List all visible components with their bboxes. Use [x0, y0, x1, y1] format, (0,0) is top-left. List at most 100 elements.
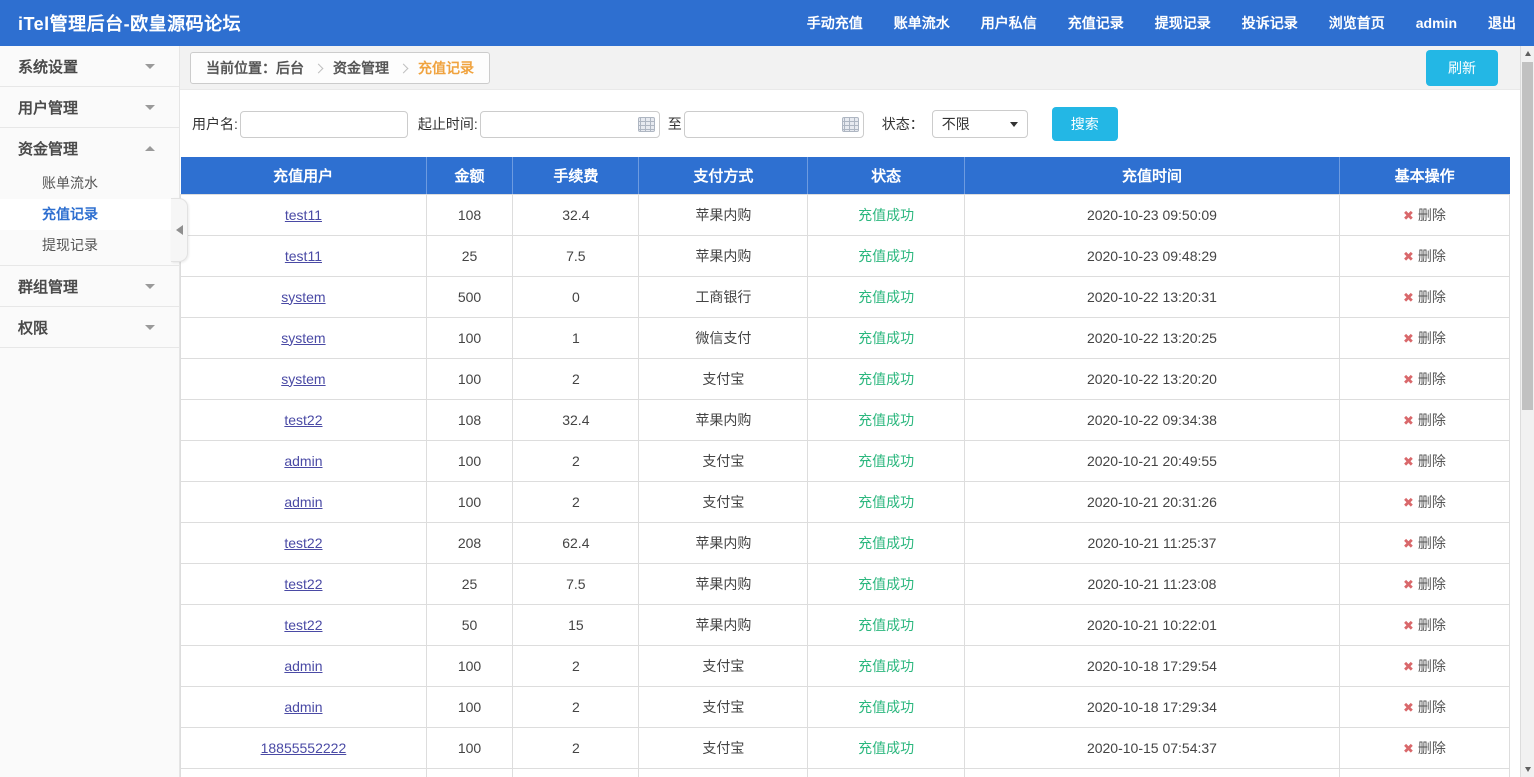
sidebar-subitem-withdraw-records[interactable]: 提现记录	[0, 230, 179, 261]
scroll-up-icon[interactable]	[1521, 46, 1534, 61]
table-row: system5000工商银行充值成功2020-10-22 13:20:31✖删除	[181, 276, 1510, 317]
delete-action[interactable]: ✖删除	[1403, 248, 1446, 264]
end-date-input[interactable]	[684, 111, 864, 138]
to-label: 至	[668, 114, 682, 134]
calendar-icon[interactable]	[638, 117, 655, 132]
cell-amount: 108	[426, 399, 512, 440]
topnav-item-billing-flow[interactable]: 账单流水	[894, 13, 950, 33]
table-row: system1002支付宝充值成功2020-10-22 13:20:20✖删除	[181, 358, 1510, 399]
scrollbar-thumb[interactable]	[1522, 62, 1533, 410]
sidebar-item-label: 用户管理	[18, 97, 78, 118]
cell-operations: ✖删除	[1339, 276, 1509, 317]
delete-action[interactable]: ✖删除	[1403, 494, 1446, 510]
vertical-scrollbar[interactable]	[1520, 46, 1534, 777]
cell-user: system	[181, 317, 427, 358]
delete-x-icon: ✖	[1403, 290, 1414, 305]
user-link[interactable]: test11	[285, 207, 322, 223]
user-link[interactable]: admin	[284, 658, 322, 674]
delete-action[interactable]: ✖删除	[1403, 412, 1446, 428]
status-select[interactable]: 不限	[932, 110, 1028, 138]
user-link[interactable]: 18855552222	[261, 740, 347, 756]
refresh-button[interactable]: 刷新	[1426, 50, 1498, 86]
sidebar-item-user-management[interactable]: 用户管理	[0, 87, 179, 127]
table-row: 188555522221002支付宝充值成功2020-10-15 07:54:3…	[181, 727, 1510, 768]
user-link[interactable]: test22	[284, 535, 322, 551]
topnav-item-recharge-records[interactable]: 充值记录	[1068, 13, 1124, 33]
chevron-down-icon	[145, 105, 155, 110]
user-link[interactable]: test22	[284, 617, 322, 633]
table-header-row: 充值用户 金额 手续费 支付方式 状态 充值时间 基本操作	[181, 157, 1510, 194]
topnav-item-withdraw-records[interactable]: 提现记录	[1155, 13, 1211, 33]
sidebar-group-group-management: 群组管理	[0, 266, 179, 307]
user-link[interactable]: test22	[284, 412, 322, 428]
delete-action[interactable]: ✖删除	[1403, 658, 1446, 674]
cell-method: 支付宝	[639, 686, 808, 727]
cell-amount: 100	[426, 686, 512, 727]
user-link[interactable]: admin	[284, 494, 322, 510]
table-row: system1001微信支付充值成功2020-10-22 13:20:25✖删除	[181, 317, 1510, 358]
app-title: iTel管理后台-欧皇源码论坛	[18, 10, 241, 36]
user-link[interactable]: test11	[285, 248, 322, 264]
cell-time: 2020-10-18 17:29:34	[965, 686, 1340, 727]
topnav-item-complaint-records[interactable]: 投诉记录	[1242, 13, 1298, 33]
topnav-item-user-messages[interactable]: 用户私信	[981, 13, 1037, 33]
cell-operations: ✖删除	[1339, 358, 1509, 399]
chevron-up-icon	[145, 146, 155, 151]
topnav-item-manual-recharge[interactable]: 手动充值	[807, 13, 863, 33]
delete-action[interactable]: ✖删除	[1403, 535, 1446, 551]
delete-x-icon: ✖	[1403, 454, 1414, 469]
cell-method: 苹果内购	[639, 563, 808, 604]
delete-label: 删除	[1418, 617, 1446, 633]
sidebar-subitem-recharge-records[interactable]: 充值记录	[0, 199, 179, 230]
delete-action[interactable]: ✖删除	[1403, 699, 1446, 715]
delete-action[interactable]: ✖删除	[1403, 289, 1446, 305]
delete-action[interactable]: ✖删除	[1403, 740, 1446, 756]
delete-label: 删除	[1418, 535, 1446, 551]
sidebar-item-label: 系统设置	[18, 56, 78, 77]
recharge-records-table: 充值用户 金额 手续费 支付方式 状态 充值时间 基本操作 test111083…	[180, 157, 1510, 777]
user-link[interactable]: system	[281, 330, 325, 346]
sidebar-collapse-handle[interactable]	[171, 198, 188, 262]
cell-operations: ✖删除	[1339, 399, 1509, 440]
sidebar-item-system-settings[interactable]: 系统设置	[0, 46, 179, 86]
user-link[interactable]: test22	[284, 576, 322, 592]
topnav-item-visit-homepage[interactable]: 浏览首页	[1329, 13, 1385, 33]
sidebar-item-permissions[interactable]: 权限	[0, 307, 179, 347]
cell-method: 支付宝	[639, 481, 808, 522]
sidebar-subitem-billing-flow[interactable]: 账单流水	[0, 168, 179, 199]
sidebar-item-group-management[interactable]: 群组管理	[0, 266, 179, 306]
sidebar-item-funds-management[interactable]: 资金管理	[0, 128, 179, 168]
user-link[interactable]: admin	[284, 699, 322, 715]
cell-status: 充值成功	[808, 563, 965, 604]
username-input[interactable]	[240, 111, 408, 138]
user-link[interactable]: system	[281, 371, 325, 387]
user-link[interactable]: admin	[284, 453, 322, 469]
delete-action[interactable]: ✖删除	[1403, 207, 1446, 223]
select-dropdown-icon	[1010, 122, 1018, 127]
topnav-item-logout[interactable]: 退出	[1488, 13, 1516, 33]
search-button[interactable]: 搜索	[1052, 107, 1118, 141]
cell-fee: 2	[513, 358, 639, 399]
cell-method: 苹果内购	[639, 604, 808, 645]
delete-action[interactable]: ✖删除	[1403, 617, 1446, 633]
delete-action[interactable]: ✖删除	[1403, 330, 1446, 346]
cell-status: 充值成功	[808, 440, 965, 481]
topnav-item-admin[interactable]: admin	[1416, 15, 1457, 31]
delete-action[interactable]: ✖删除	[1403, 576, 1446, 592]
sidebar: 系统设置用户管理资金管理账单流水充值记录提现记录群组管理权限	[0, 46, 180, 777]
scroll-down-icon[interactable]	[1521, 762, 1534, 777]
delete-label: 删除	[1418, 371, 1446, 387]
breadcrumb-item-funds[interactable]: 资金管理	[333, 58, 389, 78]
delete-x-icon: ✖	[1403, 741, 1414, 756]
user-link[interactable]: system	[281, 289, 325, 305]
delete-action[interactable]: ✖ 删除	[1403, 453, 1446, 469]
cell-method: 支付宝	[639, 358, 808, 399]
delete-action[interactable]: ✖删除	[1403, 371, 1446, 387]
start-date-input[interactable]	[480, 111, 660, 138]
calendar-icon[interactable]	[842, 117, 859, 132]
cell-method: 支付宝	[639, 645, 808, 686]
breadcrumb-prefix: 当前位置：后台	[206, 58, 304, 78]
filter-bar: 用户名: 起止时间: 至 状态： 不限 搜索	[180, 90, 1520, 141]
delete-label: 删除	[1418, 453, 1446, 469]
delete-label: 删除	[1418, 248, 1446, 264]
